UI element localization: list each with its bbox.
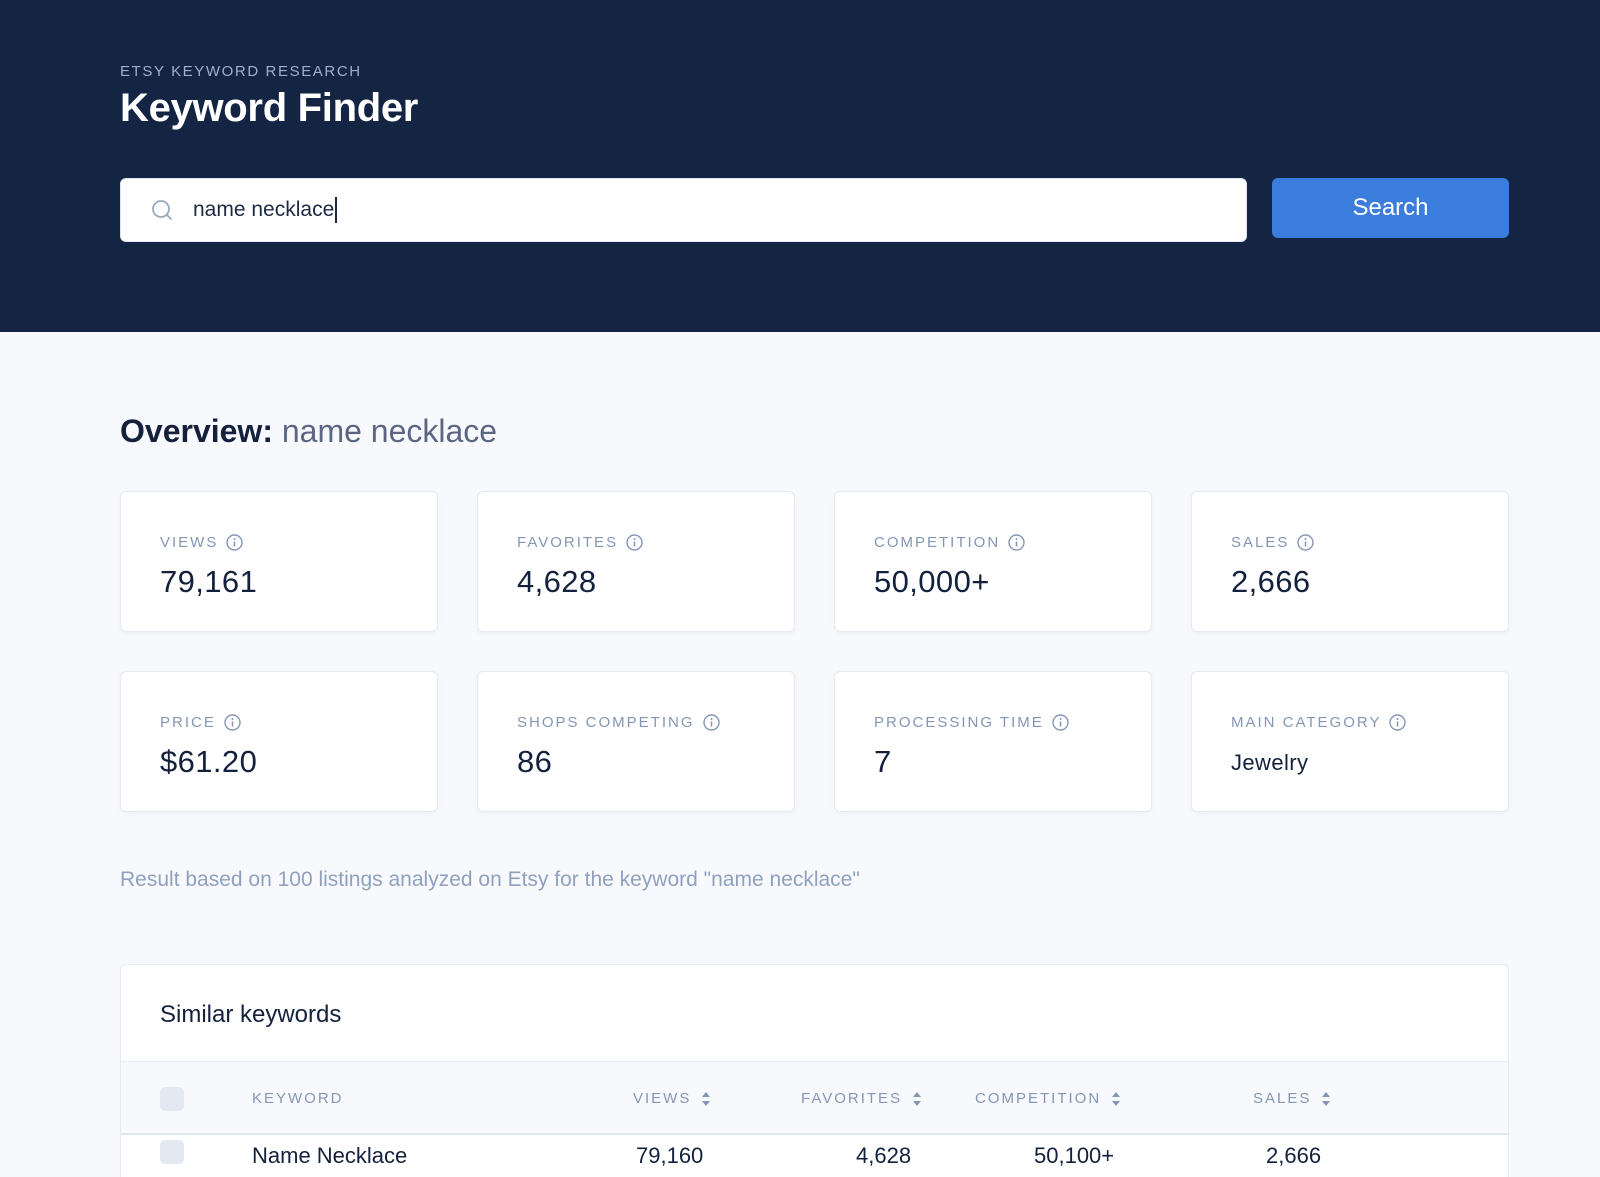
overview-keyword: name necklace [281,413,498,449]
text-caret [335,197,338,223]
column-header-competition[interactable]: COMPETITION [975,1090,1121,1107]
select-all-checkbox[interactable] [160,1087,184,1111]
stat-value-sales: 2,666 [1231,564,1311,599]
info-icon[interactable] [226,534,244,551]
table-header: KEYWORD VIEWS FAVORITES COMPETITION SALE… [121,1061,1508,1135]
page-title: Keyword Finder [120,86,419,130]
table-row[interactable]: Name Necklace 79,160 4,628 50,100+ 2,666 [121,1137,1508,1177]
column-header-views[interactable]: VIEWS [633,1090,711,1107]
stat-label-views: VIEWS [160,534,219,551]
stat-value-shops-competing: 86 [517,744,553,779]
info-icon[interactable] [1297,534,1315,551]
column-label-keyword: KEYWORD [252,1090,344,1107]
stat-card-sales: SALES 2,666 [1191,491,1509,632]
cell-competition: 50,100+ [1034,1143,1115,1168]
stat-label-main-category: MAIN CATEGORY [1231,714,1382,731]
stat-value-favorites: 4,628 [517,564,597,599]
cell-keyword: Name Necklace [252,1143,408,1168]
stat-value-competition: 50,000+ [874,564,990,599]
column-header-favorites[interactable]: FAVORITES [801,1090,922,1107]
cell-favorites: 4,628 [856,1143,912,1168]
stat-label-price: PRICE [160,714,216,731]
sort-icon [1322,1091,1331,1106]
stat-label-shops-competing: SHOPS COMPETING [517,714,695,731]
stat-label-processing-time: PROCESSING TIME [874,714,1044,731]
stat-value-price: $61.20 [160,744,258,779]
similar-keywords-title: Similar keywords [160,1001,342,1028]
row-checkbox[interactable] [160,1140,184,1164]
column-header-keyword[interactable]: KEYWORD [252,1090,344,1107]
stat-card-processing-time: PROCESSING TIME 7 [834,671,1152,812]
search-box[interactable]: name necklace [120,178,1247,242]
search-icon [151,199,173,221]
stat-value-main-category: Jewelry [1231,750,1309,775]
sort-icon [702,1091,711,1106]
stat-label-sales: SALES [1231,534,1290,551]
info-icon[interactable] [1008,534,1025,551]
cell-sales: 2,666 [1266,1143,1322,1168]
stat-card-main-category: MAIN CATEGORY Jewelry [1191,671,1509,812]
info-icon[interactable] [1052,714,1069,731]
similar-keywords-panel: Similar keywords KEYWORD VIEWS FAVORITES… [120,964,1509,1177]
column-label-sales: SALES [1253,1090,1312,1107]
stat-card-competition: COMPETITION 50,000+ [834,491,1152,632]
stat-card-views: VIEWS 79,161 [120,491,438,632]
result-note: Result based on 100 listings analyzed on… [120,868,860,891]
stat-card-shops-competing: SHOPS COMPETING 86 [477,671,795,812]
search-input-value: name necklace [193,198,335,221]
cell-views: 79,160 [636,1143,704,1168]
sort-icon [1112,1091,1121,1106]
sort-icon [913,1091,922,1106]
stat-card-favorites: FAVORITES 4,628 [477,491,795,632]
column-label-competition: COMPETITION [975,1090,1102,1107]
search-input[interactable]: name necklace [193,179,1223,241]
header: ETSY KEYWORD RESEARCH Keyword Finder nam… [0,0,1600,332]
stat-value-views: 79,161 [160,564,258,599]
info-icon[interactable] [1389,714,1407,731]
column-header-sales[interactable]: SALES [1253,1090,1331,1107]
stat-value-processing-time: 7 [874,744,892,779]
overview-label: Overview: [120,413,273,449]
info-icon[interactable] [224,714,241,731]
search-button[interactable]: Search [1272,178,1509,238]
stat-card-price: PRICE $61.20 [120,671,438,812]
overview-title: Overview: name necklace [120,413,497,450]
stat-label-competition: COMPETITION [874,534,1001,551]
info-icon[interactable] [626,534,643,551]
header-eyebrow: ETSY KEYWORD RESEARCH [120,63,362,80]
column-label-views: VIEWS [633,1090,692,1107]
column-label-favorites: FAVORITES [801,1090,903,1107]
stat-label-favorites: FAVORITES [517,534,619,551]
info-icon[interactable] [702,714,720,731]
